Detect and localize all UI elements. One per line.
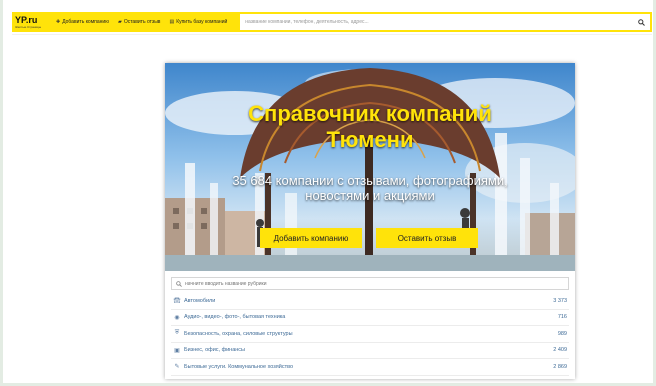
- nav-leave-review[interactable]: ▰ Оставить отзыв: [118, 19, 161, 25]
- nav-buy-database[interactable]: ▤ Купить базу компаний: [169, 19, 227, 25]
- hero-title-line1: Справочник компаний: [248, 101, 492, 126]
- rubric-item-household[interactable]: ✎ Бытовые услуги. Коммунальное хозяйство…: [171, 359, 569, 376]
- nav-add-company[interactable]: ✚ Добавить компанию: [56, 19, 109, 25]
- header-nav: ✚ Добавить компанию ▰ Оставить отзыв ▤ К…: [52, 12, 241, 32]
- rubric-label: Безопасность, охрана, силовые структуры: [184, 330, 293, 337]
- site-logo[interactable]: YP.ru Желтые Страницы: [12, 12, 52, 32]
- logo-subtext: Желтые Страницы: [15, 24, 42, 29]
- header-search-input[interactable]: [245, 19, 638, 25]
- hero-banner: Справочник компаний Тюмени 35 684 компан…: [165, 63, 575, 271]
- rubric-item-security[interactable]: ⛨ Безопасность, охрана, силовые структур…: [171, 326, 569, 343]
- leave-review-button[interactable]: Оставить отзыв: [376, 228, 478, 248]
- rubric-label: Бизнес, офис, финансы: [184, 347, 246, 354]
- top-bar: YP.ru Желтые Страницы ✚ Добавить компани…: [12, 12, 652, 32]
- rubric-item-cars[interactable]: 🚘︎ Автомобили 3 373: [171, 293, 569, 310]
- header-search: [240, 12, 652, 32]
- rubric-search: [171, 277, 569, 290]
- rubric-item-business[interactable]: ▣ Бизнес, офис, финансы 2 409: [171, 343, 569, 359]
- rubric-count: 2 409: [553, 347, 567, 354]
- rubric-label: Автомобили: [184, 297, 216, 304]
- shield-icon: ⛨: [174, 330, 180, 337]
- rubric-list: 🚘︎ Автомобили 3 373 ◉ Аудио-, видео-, фо…: [171, 293, 569, 376]
- rubric-search-input[interactable]: [185, 280, 564, 287]
- comment-icon: ▰: [117, 19, 122, 25]
- wrench-icon: ✎: [174, 364, 180, 371]
- hero-title-line2: Тюмени: [326, 127, 414, 152]
- rubric-item-electronics[interactable]: ◉ Аудио-, видео-, фото-, бытовая техника…: [171, 310, 569, 326]
- briefcase-icon: ▣: [174, 347, 180, 354]
- hero-photo: [165, 68, 575, 271]
- nav-add-company-label: Добавить компанию: [62, 19, 109, 25]
- header-divider: [12, 34, 652, 35]
- rubric-label: Бытовые услуги. Коммунальное хозяйство: [184, 363, 294, 370]
- hero-subtitle: 35 684 компании с отзывами, фотографиями…: [232, 173, 508, 203]
- rubric-count: 2 869: [553, 363, 567, 370]
- rubric-count: 716: [557, 314, 567, 321]
- hero-title: Справочник компаний Тюмени: [165, 101, 575, 153]
- nav-buy-database-label: Купить базу компаний: [176, 19, 228, 25]
- plus-icon: ✚: [56, 19, 61, 25]
- rubric-count: 989: [557, 330, 567, 337]
- database-icon: ▤: [169, 19, 175, 25]
- camera-icon: ◉: [174, 314, 180, 321]
- nav-leave-review-label: Оставить отзыв: [123, 19, 161, 25]
- search-icon[interactable]: [638, 18, 645, 26]
- logo-text: YP.ru: [15, 14, 38, 25]
- search-icon: [176, 280, 182, 287]
- rubric-label: Аудио-, видео-, фото-, бытовая техника: [184, 314, 286, 321]
- rubric-count: 3 373: [553, 297, 567, 304]
- main-card: Справочник компаний Тюмени 35 684 компан…: [165, 63, 575, 379]
- add-company-button[interactable]: Добавить компанию: [260, 228, 362, 248]
- car-icon: 🚘︎: [173, 298, 181, 305]
